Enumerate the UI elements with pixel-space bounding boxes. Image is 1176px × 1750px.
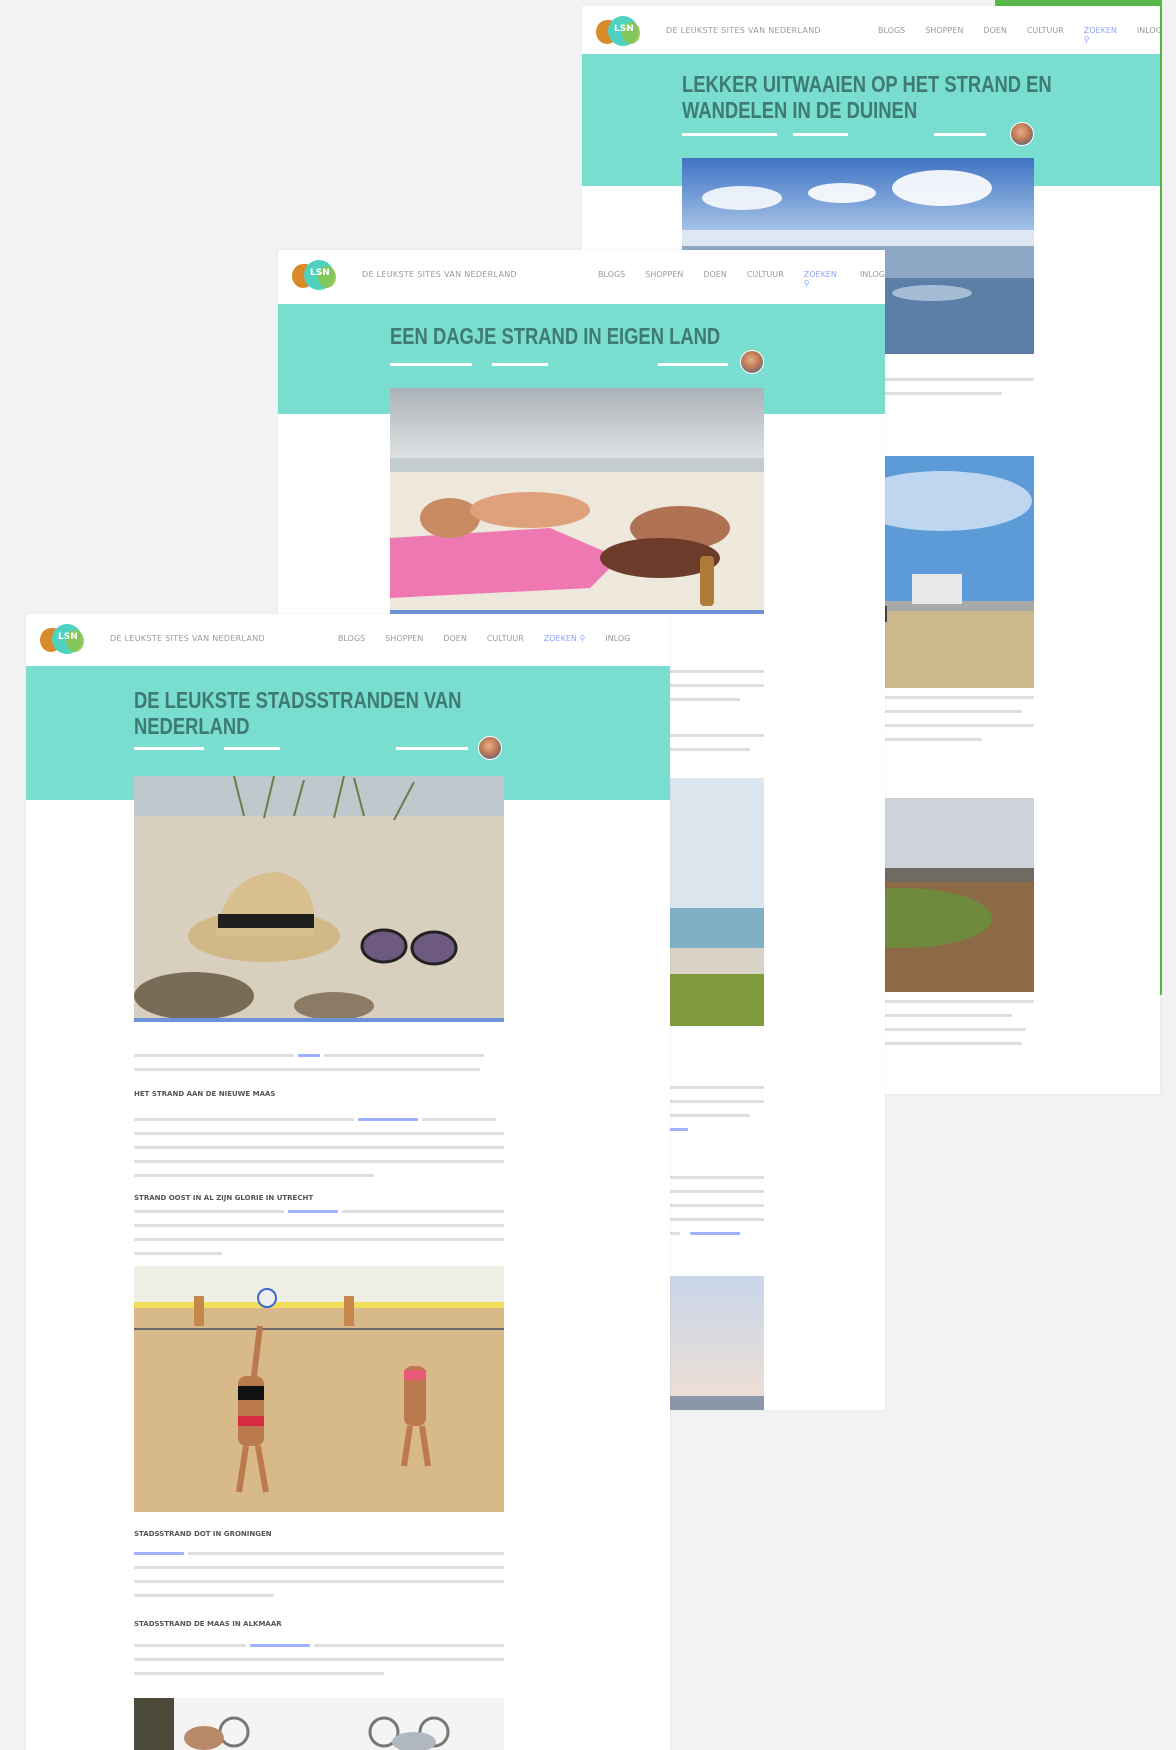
article-meta — [682, 132, 848, 138]
site-tagline: De leukste sites van Nederland — [362, 270, 517, 279]
top-navigation: LSN De leukste sites van Nederland Blogs… — [582, 6, 1160, 56]
main-menu: Blogs Shoppen Doen Cultuur Zoeken ⚲ Inlo… — [338, 634, 630, 643]
menu-item-zoeken[interactable]: Zoeken ⚲ — [544, 634, 586, 643]
screenshot-card-front: LSN De leukste sites van Nederland Blogs… — [26, 614, 670, 1750]
article-title: De leukste stadsstranden van Nederland — [134, 687, 462, 739]
site-logo[interactable]: LSN — [596, 14, 642, 48]
menu-item-inlog[interactable]: Inlog — [1137, 26, 1160, 44]
text-line — [134, 1068, 480, 1071]
article-title: Een dagje strand in eigen land — [390, 323, 721, 349]
text-line — [188, 1552, 504, 1555]
search-icon: ⚲ — [803, 279, 810, 288]
menu-item-shoppen[interactable]: Shoppen — [385, 634, 423, 643]
site-tagline: De leukste sites van Nederland — [110, 634, 265, 643]
text-line — [422, 1118, 496, 1121]
text-line — [134, 1146, 504, 1149]
menu-item-blogs[interactable]: Blogs — [598, 270, 625, 288]
section-heading: Stadsstrand Dot in Groningen — [134, 1530, 272, 1538]
top-navigation: LSN De leukste sites van Nederland Blogs… — [278, 250, 885, 300]
text-line — [134, 1054, 294, 1057]
beach-volleyball-photo — [134, 1266, 504, 1512]
section-heading: Het strand aan de Nieuwe Maas — [134, 1090, 276, 1098]
site-tagline: De leukste sites van Nederland — [666, 26, 821, 35]
section-heading: Strand Oost in al zijn glorie in Utrecht — [134, 1194, 314, 1202]
text-line — [134, 1644, 246, 1647]
menu-item-cultuur[interactable]: Cultuur — [747, 270, 784, 288]
text-line — [324, 1054, 484, 1057]
menu-item-blogs[interactable]: Blogs — [338, 634, 365, 643]
menu-item-zoeken[interactable]: Zoeken ⚲ — [804, 270, 840, 288]
author-line — [934, 132, 986, 138]
main-menu: Blogs Shoppen Doen Cultuur Zoeken ⚲ Inlo… — [598, 270, 885, 288]
text-line — [134, 1132, 504, 1135]
text-line — [134, 1174, 374, 1177]
author-line — [658, 362, 728, 368]
inline-link[interactable] — [298, 1054, 320, 1057]
hat-sunglasses-photo — [134, 776, 504, 1022]
menu-item-doen[interactable]: Doen — [983, 26, 1007, 44]
menu-item-cultuur[interactable]: Cultuur — [487, 634, 524, 643]
menu-item-shoppen[interactable]: Shoppen — [925, 26, 963, 44]
text-line — [134, 1118, 354, 1121]
search-icon: ⚲ — [1083, 35, 1090, 44]
gym-rings-photo — [134, 1698, 504, 1750]
search-icon: ⚲ — [579, 634, 586, 643]
text-line — [134, 1566, 504, 1569]
text-line — [134, 1658, 504, 1661]
top-navigation: LSN De leukste sites van Nederland Blogs… — [26, 614, 670, 664]
main-menu: Blogs Shoppen Doen Cultuur Zoeken ⚲ Inlo… — [878, 26, 1160, 44]
site-logo[interactable]: LSN — [40, 622, 86, 656]
author-avatar[interactable] — [740, 350, 764, 374]
inline-link[interactable] — [668, 1128, 688, 1131]
text-line — [134, 1594, 274, 1597]
menu-item-doen[interactable]: Doen — [443, 634, 467, 643]
text-line — [134, 1580, 504, 1583]
article-title: Lekker uitwaaien op het strand en wandel… — [682, 71, 1052, 123]
menu-item-zoeken[interactable]: Zoeken ⚲ — [1084, 26, 1117, 44]
text-line — [134, 1224, 504, 1227]
menu-item-shoppen[interactable]: Shoppen — [645, 270, 683, 288]
menu-item-inlog[interactable]: Inlog — [605, 634, 630, 643]
menu-item-inlog[interactable]: Inlog — [860, 270, 885, 288]
text-line — [134, 1672, 384, 1675]
menu-item-doen[interactable]: Doen — [703, 270, 727, 288]
inline-link[interactable] — [134, 1552, 184, 1555]
text-line — [314, 1644, 504, 1647]
text-line — [134, 1238, 504, 1241]
site-logo[interactable]: LSN — [292, 258, 338, 292]
author-line — [396, 746, 468, 752]
text-line — [342, 1210, 504, 1213]
inline-link[interactable] — [250, 1644, 310, 1647]
inline-link[interactable] — [288, 1210, 338, 1213]
text-line — [134, 1160, 504, 1163]
article-meta — [134, 746, 280, 752]
menu-item-blogs[interactable]: Blogs — [878, 26, 905, 44]
inline-link[interactable] — [690, 1232, 740, 1235]
author-avatar[interactable] — [478, 736, 502, 760]
author-avatar[interactable] — [1010, 122, 1034, 146]
text-line — [134, 1210, 284, 1213]
inline-link[interactable] — [358, 1118, 418, 1121]
text-line — [134, 1252, 222, 1255]
sunbathing-photo — [390, 388, 764, 614]
menu-item-cultuur[interactable]: Cultuur — [1027, 26, 1064, 44]
section-heading: Stadsstrand de Maas in Alkmaar — [134, 1620, 282, 1628]
article-meta — [390, 362, 548, 368]
